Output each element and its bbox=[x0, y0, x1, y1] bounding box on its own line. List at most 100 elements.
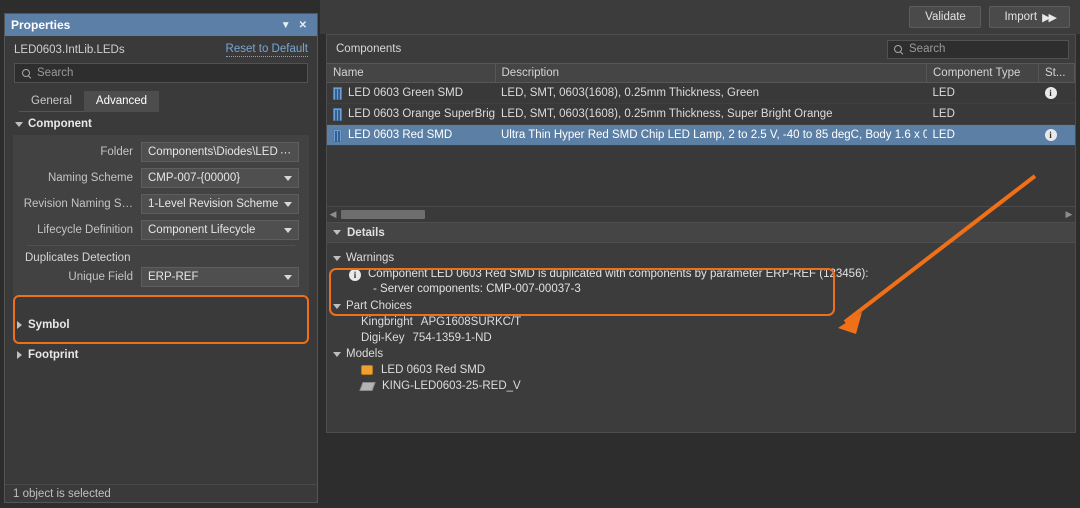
search-icon bbox=[894, 44, 903, 54]
import-button-label: Import bbox=[1004, 11, 1038, 23]
components-search-input[interactable]: Search bbox=[887, 39, 1069, 59]
symbol-icon bbox=[361, 365, 373, 375]
warning-message-line2: - Server components: CMP-007-00037-3 bbox=[373, 283, 581, 295]
lifecycle-definition-dropdown[interactable]: Component Lifecycle bbox=[141, 220, 299, 240]
properties-search-wrapper: Search bbox=[5, 61, 317, 89]
footprint-section: Footprint bbox=[5, 340, 317, 370]
close-icon[interactable]: ✕ bbox=[295, 20, 311, 31]
field-folder-label: Folder bbox=[100, 146, 133, 158]
field-lifecycle-definition-label: Lifecycle Definition bbox=[37, 224, 133, 236]
ellipsis-icon[interactable]: ⋯ bbox=[280, 146, 292, 159]
table-row[interactable]: LED 0603 Orange SuperBright LED, SMT, 06… bbox=[327, 103, 1075, 125]
component-chip-icon bbox=[333, 107, 342, 121]
cell-description: LED, SMT, 0603(1608), 0.25mm Thickness, … bbox=[495, 82, 927, 104]
search-input[interactable]: Search bbox=[14, 63, 308, 83]
search-input-placeholder: Search bbox=[37, 67, 74, 79]
models-node[interactable]: Models bbox=[327, 346, 1075, 362]
cell-component-type: LED bbox=[926, 124, 1039, 146]
validate-button[interactable]: Validate bbox=[909, 6, 982, 28]
unique-field-value: ERP-REF bbox=[148, 271, 199, 283]
triangle-left-icon[interactable]: ◀ bbox=[327, 209, 339, 220]
folder-path-field[interactable]: Components\Diodes\LED ⋯ bbox=[141, 142, 299, 162]
chevron-right-icon bbox=[17, 351, 22, 359]
symbol-section-header[interactable]: Symbol bbox=[5, 310, 317, 340]
component-section-label: Component bbox=[28, 118, 92, 130]
table-row[interactable]: LED 0603 Green SMD LED, SMT, 0603(1608),… bbox=[327, 82, 1075, 104]
part-choice-vendor: Kingbright bbox=[361, 316, 413, 328]
triangle-right-icon[interactable]: ▶ bbox=[1063, 209, 1075, 220]
chevron-down-icon bbox=[333, 230, 341, 235]
components-table: Name Description Component Type St... LE… bbox=[327, 63, 1075, 146]
footprint-section-header[interactable]: Footprint bbox=[5, 340, 317, 370]
warning-message-line1: Component LED 0603 Red SMD is duplicated… bbox=[368, 268, 869, 280]
double-chevron-right-icon: ▶▶ bbox=[1042, 11, 1057, 24]
library-header-row: LED0603.IntLib.LEDs Reset to Default bbox=[5, 36, 317, 61]
model-item[interactable]: LED 0603 Red SMD bbox=[327, 362, 1075, 378]
cell-name: LED 0603 Green SMD bbox=[327, 82, 495, 104]
naming-scheme-value: CMP-007-{00000} bbox=[148, 172, 241, 184]
table-row[interactable]: LED 0603 Red SMD Ultra Thin Hyper Red SM… bbox=[327, 124, 1075, 146]
import-button[interactable]: Import ▶▶ bbox=[989, 6, 1070, 28]
chevron-down-icon bbox=[333, 303, 341, 309]
validate-button-label: Validate bbox=[925, 11, 966, 23]
warnings-label: Warnings bbox=[346, 252, 395, 264]
naming-scheme-dropdown[interactable]: CMP-007-{00000} bbox=[141, 168, 299, 188]
chevron-down-icon bbox=[284, 201, 292, 207]
part-choice-part: 754-1359-1-ND bbox=[412, 332, 492, 344]
unique-field-dropdown[interactable]: ERP-REF bbox=[141, 267, 299, 287]
model-item[interactable]: KING-LED0603-25-RED_V bbox=[327, 378, 1075, 394]
info-icon[interactable]: i bbox=[1044, 87, 1057, 99]
column-header-description[interactable]: Description bbox=[495, 63, 927, 83]
part-choice-item: Digi-Key 754-1359-1-ND bbox=[327, 330, 1075, 346]
status-bar: 1 object is selected bbox=[5, 484, 317, 502]
column-header-name[interactable]: Name bbox=[327, 63, 496, 83]
chevron-down-icon[interactable]: ▼ bbox=[277, 20, 295, 31]
symbol-section: Symbol bbox=[5, 310, 317, 340]
cell-description: LED, SMT, 0603(1608), 0.25mm Thickness, … bbox=[495, 103, 927, 125]
revision-naming-scheme-value: 1-Level Revision Scheme bbox=[148, 198, 279, 210]
chevron-right-icon bbox=[17, 321, 22, 329]
cell-name: LED 0603 Red SMD bbox=[327, 124, 495, 146]
table-empty-area bbox=[327, 146, 1075, 206]
tab-general[interactable]: General bbox=[19, 91, 84, 112]
search-icon bbox=[22, 68, 31, 78]
part-choices-node[interactable]: Part Choices bbox=[327, 298, 1075, 314]
model-item-name: LED 0603 Red SMD bbox=[381, 364, 486, 376]
details-section-label: Details bbox=[347, 226, 385, 239]
components-panel-title: Components bbox=[336, 43, 402, 55]
details-section-header[interactable]: Details bbox=[326, 223, 1076, 243]
row-name-text: LED 0603 Green SMD bbox=[348, 87, 464, 99]
chevron-down-icon bbox=[284, 175, 292, 181]
warnings-node[interactable]: Warnings bbox=[327, 250, 1075, 266]
component-form: Folder Components\Diodes\LED ⋯ Naming Sc… bbox=[13, 135, 309, 296]
folder-path-value: Components\Diodes\LED bbox=[148, 146, 278, 158]
component-section-header[interactable]: Component bbox=[5, 112, 317, 135]
components-table-header-row: Name Description Component Type St... bbox=[327, 63, 1075, 83]
duplicates-detection-label-row: Duplicates Detection bbox=[13, 246, 309, 266]
properties-panel: Properties ▼ ✕ LED0603.IntLib.LEDs Reset… bbox=[4, 13, 318, 503]
field-revision-naming-scheme: Revision Naming S… 1-Level Revision Sche… bbox=[13, 193, 309, 215]
properties-tabs: General Advanced bbox=[5, 89, 317, 112]
models-label: Models bbox=[346, 348, 384, 360]
field-unique-field-label: Unique Field bbox=[68, 271, 133, 283]
scrollbar-thumb[interactable] bbox=[341, 210, 425, 219]
tab-advanced[interactable]: Advanced bbox=[83, 91, 160, 112]
cell-name: LED 0603 Orange SuperBright bbox=[327, 103, 495, 125]
field-unique-field: Unique Field ERP-REF bbox=[13, 266, 309, 288]
status-bar-text: 1 object is selected bbox=[13, 487, 111, 500]
reset-to-default-link[interactable]: Reset to Default bbox=[225, 43, 308, 57]
info-icon[interactable]: i bbox=[1044, 129, 1057, 141]
column-header-status[interactable]: St... bbox=[1038, 63, 1075, 83]
main-content-area: Components Search Name Description Compo… bbox=[326, 34, 1076, 504]
chevron-down-icon bbox=[333, 255, 341, 261]
horizontal-scrollbar[interactable]: ◀ ▶ bbox=[327, 206, 1075, 222]
revision-naming-scheme-dropdown[interactable]: 1-Level Revision Scheme bbox=[141, 194, 299, 214]
field-naming-scheme: Naming Scheme CMP-007-{00000} bbox=[13, 167, 309, 189]
cell-description: Ultra Thin Hyper Red SMD Chip LED Lamp, … bbox=[495, 124, 927, 146]
info-icon: i bbox=[349, 269, 361, 281]
chevron-down-icon bbox=[15, 121, 23, 127]
components-search-placeholder: Search bbox=[909, 43, 946, 55]
column-header-component-type[interactable]: Component Type bbox=[926, 63, 1039, 83]
warning-message: i Component LED 0603 Red SMD is duplicat… bbox=[327, 266, 1075, 282]
components-panel: Components Search Name Description Compo… bbox=[326, 34, 1076, 223]
